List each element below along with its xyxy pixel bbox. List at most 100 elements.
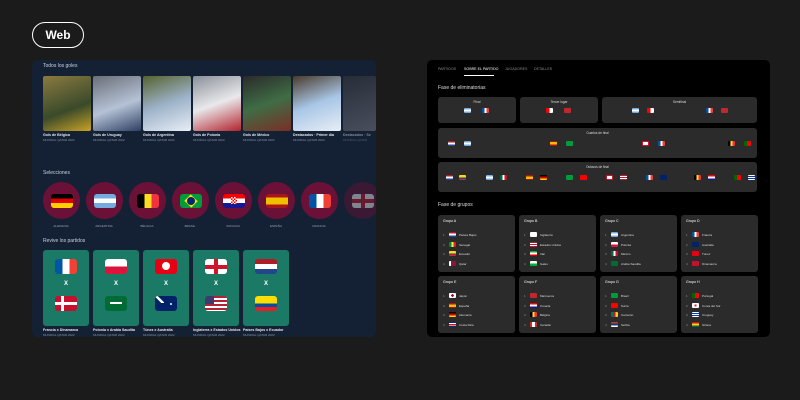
team-label: BÉLGICA xyxy=(140,224,154,228)
england-flag-icon xyxy=(351,193,374,208)
team-flag-icon xyxy=(611,260,618,266)
group-team-row[interactable]: 3 Ecuador xyxy=(443,251,511,258)
group-card[interactable]: Grupo C 1 Argentina 2 Polonia 3 México 4 Arabia … xyxy=(600,215,677,272)
team-argentina[interactable] xyxy=(86,182,123,219)
group-team-row[interactable]: 4 Ghana xyxy=(686,321,754,329)
team-brazil[interactable] xyxy=(172,182,209,219)
goal-card[interactable] xyxy=(193,76,241,131)
group-team-row[interactable]: 4 Arabia Saudita xyxy=(605,260,673,268)
semifinal-box[interactable]: Semifinal xyxy=(602,97,757,123)
team-belgium[interactable] xyxy=(129,182,166,219)
group-card[interactable]: Grupo F 1 Marruecos 2 Croacia 3 Bélgica 4 Canadá xyxy=(519,276,596,333)
team-name: Países Bajos xyxy=(459,233,477,237)
group-team-row[interactable]: 1 Inglaterra xyxy=(524,232,592,239)
group-team-row[interactable]: 2 Estados Unidos xyxy=(524,241,592,249)
group-team-row[interactable]: 2 Croacia xyxy=(524,302,592,310)
group-team-row[interactable]: 2 España xyxy=(443,302,511,310)
tab-details[interactable]: DETALLES xyxy=(534,67,552,71)
team-flag-icon xyxy=(449,251,456,256)
group-team-row[interactable]: 3 Alemania xyxy=(443,312,511,319)
group-team-row[interactable]: 1 Francia xyxy=(686,232,754,239)
group-team-row[interactable]: 2 Polonia xyxy=(605,241,673,249)
match-card[interactable]: X xyxy=(193,250,239,326)
match-card[interactable]: X xyxy=(93,250,139,326)
team-flag-icon xyxy=(449,293,456,298)
group-team-row[interactable]: 1 Brasil xyxy=(605,293,673,300)
goal-card[interactable] xyxy=(293,76,341,131)
team-france[interactable] xyxy=(301,182,338,219)
tab-players[interactable]: JUGADORES xyxy=(505,67,527,71)
group-team-row[interactable]: 2 Suiza xyxy=(605,302,673,310)
match-card[interactable]: X xyxy=(243,250,289,326)
group-team-row[interactable]: 1 Países Bajos xyxy=(443,232,511,239)
team-flag-icon xyxy=(530,260,537,266)
brazil-flag-icon xyxy=(566,175,573,180)
group-team-row[interactable]: 3 Túnez xyxy=(686,251,754,258)
group-card[interactable]: Grupo E 1 Japón 2 España 3 Alemania 4 Costa Rica xyxy=(438,276,515,333)
brazil-flag-icon xyxy=(566,141,573,146)
group-team-row[interactable]: 4 Canadá xyxy=(524,321,592,329)
team-spain[interactable] xyxy=(258,182,295,219)
group-team-row[interactable]: 4 Dinamarca xyxy=(686,260,754,268)
team-position: 2 xyxy=(686,242,688,247)
netherlands-flag-icon xyxy=(446,175,453,180)
third-place-box[interactable]: Tercer lugar xyxy=(520,97,598,123)
team-position: 4 xyxy=(686,322,688,327)
group-team-row[interactable]: 3 Uruguay xyxy=(686,312,754,319)
group-team-row[interactable]: 1 Portugal xyxy=(686,293,754,300)
goal-card[interactable] xyxy=(143,76,191,131)
group-card[interactable]: Grupo H 1 Portugal 2 Corea del Sur 3 Uruguay 4 G… xyxy=(681,276,758,333)
goal-card[interactable] xyxy=(343,76,376,131)
team-name: Uruguay xyxy=(702,313,714,317)
group-team-row[interactable]: 3 Irán xyxy=(524,251,592,258)
team-germany[interactable] xyxy=(43,182,80,219)
netherlands-flag-icon xyxy=(448,141,455,146)
team-flag-icon xyxy=(530,312,537,317)
group-team-row[interactable]: 3 México xyxy=(605,251,673,258)
group-team-row[interactable]: 2 Senegal xyxy=(443,241,511,249)
tab-about-match[interactable]: SOBRE EL PARTIDO xyxy=(464,67,498,71)
team-flag-icon xyxy=(692,251,699,256)
group-card[interactable]: Grupo G 1 Brasil 2 Suiza 3 Camerún 4 Serbia xyxy=(600,276,677,333)
goal-caption: Gols de México MUNDIAL QATAR 2022 xyxy=(243,133,275,142)
match-card[interactable]: X xyxy=(143,250,189,326)
group-title: Grupo B xyxy=(524,219,538,223)
group-card[interactable]: Grupo A 1 Países Bajos 2 Senegal 3 Ecuador 4 Qat… xyxy=(438,215,515,272)
goal-card[interactable] xyxy=(243,76,291,131)
group-team-row[interactable]: 3 Bélgica xyxy=(524,312,592,319)
group-card[interactable]: Grupo D 1 Francia 2 Australia 3 Túnez 4 Dinamarc… xyxy=(681,215,758,272)
group-card[interactable]: Grupo B 1 Inglaterra 2 Estados Unidos 3 Irán 4 G… xyxy=(519,215,596,272)
group-title: Grupo C xyxy=(605,219,619,223)
team-position: 1 xyxy=(443,294,445,298)
group-team-row[interactable]: 2 Australia xyxy=(686,241,754,249)
match-card[interactable]: X xyxy=(43,250,89,326)
team-name: Ecuador xyxy=(459,252,471,256)
france-flag-icon xyxy=(308,193,331,208)
quarterfinals-box[interactable]: Cuartos de final xyxy=(438,128,757,158)
round-of-16-box[interactable]: Octavos de final xyxy=(438,162,757,192)
team-position: 3 xyxy=(686,252,688,256)
team-croatia[interactable] xyxy=(215,182,252,219)
group-team-row[interactable]: 1 Japón xyxy=(443,293,511,300)
argentina-flag-icon xyxy=(486,175,493,180)
colombia-flag-icon xyxy=(459,175,466,180)
goal-caption: Destacados · Se MUNDIAL QATAR xyxy=(343,133,371,142)
group-team-row[interactable]: 1 Marruecos xyxy=(524,293,592,300)
team-flag-icon xyxy=(692,232,699,237)
goal-card[interactable] xyxy=(43,76,91,131)
group-team-row[interactable]: 4 Qatar xyxy=(443,260,511,268)
group-team-row[interactable]: 3 Camerún xyxy=(605,312,673,319)
team-position: 4 xyxy=(686,261,688,266)
group-team-row[interactable]: 4 Serbia xyxy=(605,321,673,329)
tab-matches[interactable]: PARTIDOS xyxy=(438,67,456,71)
team-name: Senegal xyxy=(459,242,471,247)
goal-card[interactable] xyxy=(93,76,141,131)
team-position: 4 xyxy=(443,261,445,266)
group-team-row[interactable]: 1 Argentina xyxy=(605,232,673,239)
france-flag-icon xyxy=(55,259,77,274)
final-box[interactable]: Final xyxy=(438,97,516,123)
team-england[interactable] xyxy=(344,182,376,219)
group-team-row[interactable]: 2 Corea del Sur xyxy=(686,302,754,310)
group-team-row[interactable]: 4 Gales xyxy=(524,260,592,268)
group-team-row[interactable]: 4 Costa Rica xyxy=(443,321,511,329)
